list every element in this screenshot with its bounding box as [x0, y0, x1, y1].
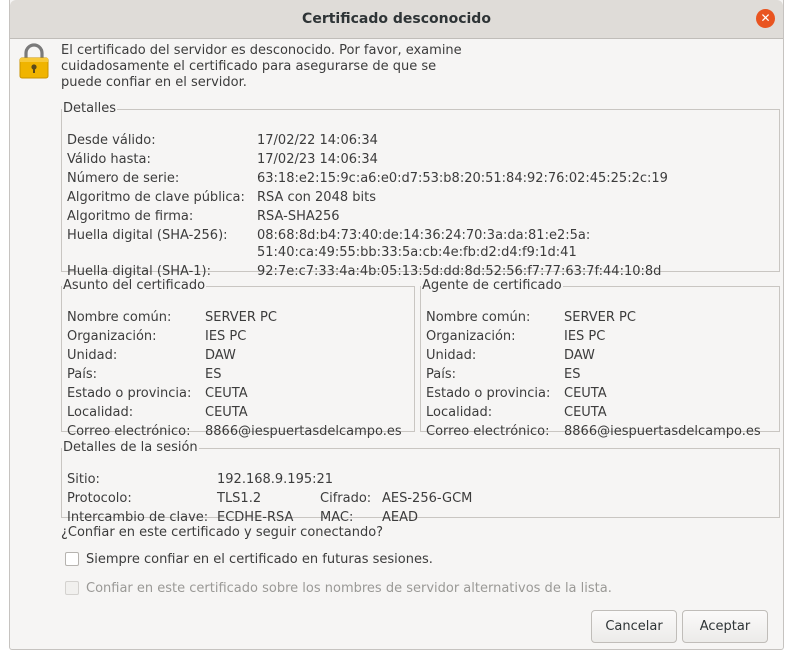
issuer-legend: Agente de certificado [422, 278, 562, 293]
trust-alt-names-checkbox [65, 581, 79, 595]
always-trust-label[interactable]: Siempre confiar en el certificado en fut… [86, 550, 433, 570]
subject-label: Localidad: [67, 405, 134, 420]
issuer-value: ES [564, 367, 581, 382]
session-legend: Detalles de la sesión [63, 440, 198, 455]
details-value: RSA-SHA256 [257, 209, 340, 224]
issuer-group: Agente de certificado Nombre común: SERV… [420, 278, 780, 439]
details-value: 17/02/22 14:06:34 [257, 133, 378, 148]
title-bar: Certificado desconocido ✕ [10, 0, 783, 39]
subject-legend: Asunto del certificado [63, 278, 206, 293]
intro-line: puede confiar en el servidor. [61, 75, 247, 90]
always-trust-checkbox[interactable] [65, 552, 79, 566]
details-label: Válido hasta: [67, 152, 151, 167]
close-icon: ✕ [760, 11, 771, 25]
details-label: Huella digital (SHA-256): [67, 228, 228, 243]
issuer-value: IES PC [564, 329, 606, 344]
subject-value: SERVER PC [205, 310, 277, 325]
subject-label: País: [67, 367, 97, 382]
issuer-label: Unidad: [426, 348, 477, 363]
issuer-value: 8866@iespuertasdelcampo.es [564, 424, 761, 439]
details-value: RSA con 2048 bits [257, 190, 376, 205]
details-legend: Detalles [63, 101, 117, 116]
intro-text: El certificado del servidor es desconoci… [61, 43, 501, 91]
subject-value: CEUTA [205, 405, 248, 420]
subject-value: IES PC [205, 329, 247, 344]
session-protocol-value: TLS1.2 [217, 491, 262, 506]
details-label: Algoritmo de clave pública: [67, 190, 245, 205]
trust-question: ¿Confiar en este certificado y seguir co… [61, 525, 384, 540]
subject-label: Estado o provincia: [67, 386, 192, 401]
issuer-value: SERVER PC [564, 310, 636, 325]
close-button[interactable]: ✕ [756, 9, 775, 28]
lock-icon [19, 43, 49, 79]
trust-alt-names-label: Confiar en este certificado sobre los no… [86, 581, 612, 596]
details-group: Detalles Desde válido: 17/02/22 14:06:34… [61, 101, 780, 279]
issuer-value: DAW [564, 348, 595, 363]
accept-button[interactable]: Aceptar [682, 610, 768, 643]
subject-label: Correo electrónico: [67, 424, 191, 439]
issuer-label: Organización: [426, 329, 516, 344]
session-site-label: Sitio: [67, 472, 100, 487]
session-cipher-value: AES-256-GCM [382, 491, 473, 506]
session-mac-value: AEAD [382, 510, 419, 525]
intro-line: cuidadosamente el certificado para asegu… [61, 59, 437, 74]
cancel-button[interactable]: Cancelar [591, 610, 677, 643]
details-label: Algoritmo de firma: [67, 209, 194, 224]
subject-label: Unidad: [67, 348, 118, 363]
certificate-dialog: Certificado desconocido ✕ El certificado… [9, 0, 784, 650]
intro-line: El certificado del servidor es desconoci… [61, 43, 462, 58]
issuer-label: Localidad: [426, 405, 493, 420]
details-label: Número de serie: [67, 171, 180, 186]
details-value: 63:18:e2:15:9c:a6:e0:d7:53:b8:20:51:84:9… [257, 171, 668, 186]
issuer-value: CEUTA [564, 386, 607, 401]
subject-value: ES [205, 367, 222, 382]
subject-label: Nombre común: [67, 310, 172, 325]
issuer-value: CEUTA [564, 405, 607, 420]
dialog-title: Certificado desconocido [302, 11, 491, 27]
session-group: Detalles de la sesión Sitio: 192.168.9.1… [61, 440, 780, 525]
subject-value: CEUTA [205, 386, 248, 401]
details-value-continued: 51:40:ca:49:55:bb:33:5a:cb:4e:fb:d2:d4:f… [257, 245, 577, 260]
subject-value: DAW [205, 348, 236, 363]
subject-value: 8866@iespuertasdelcampo.es [205, 424, 402, 439]
issuer-label: País: [426, 367, 456, 382]
details-value: 17/02/23 14:06:34 [257, 152, 378, 167]
session-cipher-label: Cifrado: [320, 491, 372, 506]
issuer-label: Correo electrónico: [426, 424, 550, 439]
session-protocol-label: Protocolo: [67, 491, 132, 506]
details-label: Desde válido: [67, 133, 156, 148]
subject-label: Organización: [67, 329, 157, 344]
issuer-label: Nombre común: [426, 310, 531, 325]
subject-group: Asunto del certificado Nombre común: SER… [61, 278, 415, 439]
issuer-label: Estado o provincia: [426, 386, 551, 401]
session-site-value: 192.168.9.195:21 [217, 472, 334, 487]
